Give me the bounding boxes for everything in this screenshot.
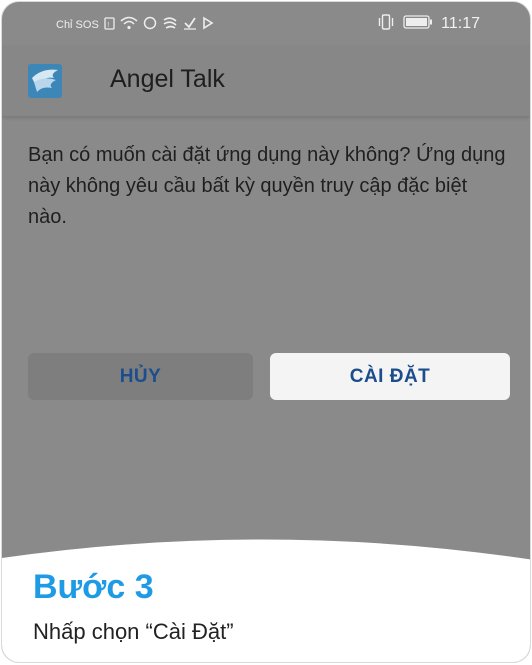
- status-left-group: Chỉ SOS !: [56, 16, 214, 33]
- step-title: Bước 3: [33, 568, 154, 606]
- step-instruction: Nhấp chọn “Cài Đặt”: [33, 619, 234, 644]
- wifi-icon: [120, 16, 138, 33]
- carrier-label: Chỉ SOS: [56, 18, 99, 31]
- circle-icon: [143, 16, 157, 33]
- status-clock: 11:17: [441, 14, 480, 32]
- status-bar: Chỉ SOS ! 11:17: [2, 2, 530, 46]
- app-header: Angel Talk: [2, 46, 530, 116]
- battery-icon: [403, 15, 433, 32]
- vibrate-icon: [377, 14, 395, 33]
- svg-text:!: !: [107, 22, 109, 29]
- app-title: Angel Talk: [110, 65, 225, 93]
- play-icon: [202, 16, 214, 33]
- swirl-icon: [162, 16, 178, 33]
- phone-screen-frame: Chỉ SOS ! 11:17 Angel Talk Bạn có muốn c…: [1, 1, 531, 663]
- angel-wing-logo-icon: [28, 64, 62, 98]
- sim-icon: !: [104, 16, 115, 33]
- install-button[interactable]: CÀI ĐẶT: [270, 353, 510, 400]
- check-icon: [183, 16, 197, 33]
- status-right-group: 11:17: [377, 14, 480, 33]
- install-prompt-message: Bạn có muốn cài đặt ứng dụng này không? …: [28, 144, 506, 228]
- cancel-button[interactable]: HỦY: [28, 353, 253, 400]
